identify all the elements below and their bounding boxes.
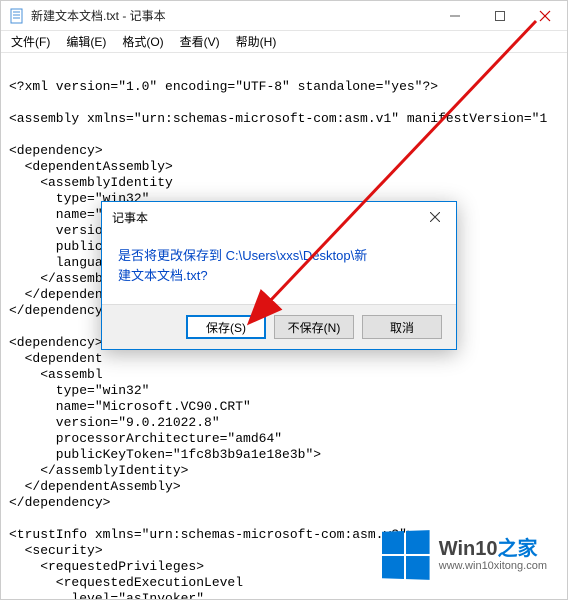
- save-dialog: 记事本 是否将更改保存到 C:\Users\xxs\Desktop\新 建文本文…: [101, 201, 457, 350]
- minimize-button[interactable]: [432, 1, 477, 30]
- window-title: 新建文本文档.txt - 记事本: [31, 7, 432, 24]
- watermark: Win10之家 www.win10xitong.com: [381, 531, 547, 579]
- dialog-button-row: 保存(S) 不保存(N) 取消: [102, 304, 456, 349]
- dont-save-button[interactable]: 不保存(N): [274, 315, 354, 339]
- maximize-button[interactable]: [477, 1, 522, 30]
- menu-help[interactable]: 帮助(H): [228, 31, 285, 52]
- watermark-url: www.win10xitong.com: [439, 560, 547, 572]
- dialog-message: 是否将更改保存到 C:\Users\xxs\Desktop\新 建文本文档.tx…: [102, 232, 456, 304]
- maximize-icon: [495, 11, 505, 21]
- watermark-text: Win10之家 www.win10xitong.com: [439, 538, 547, 572]
- window-controls: [432, 1, 567, 30]
- notepad-icon: [9, 8, 25, 24]
- dialog-title: 记事本: [112, 209, 414, 226]
- menu-file[interactable]: 文件(F): [3, 31, 58, 52]
- windows-logo-icon: [382, 530, 430, 580]
- watermark-brand-suffix: 之家: [498, 538, 538, 560]
- close-icon: [430, 212, 440, 222]
- save-button[interactable]: 保存(S): [186, 315, 266, 339]
- dialog-titlebar: 记事本: [102, 202, 456, 232]
- menu-format[interactable]: 格式(O): [114, 31, 171, 52]
- menubar: 文件(F) 编辑(E) 格式(O) 查看(V) 帮助(H): [1, 31, 567, 53]
- titlebar: 新建文本文档.txt - 记事本: [1, 1, 567, 31]
- watermark-brand-pre: Win10: [439, 538, 498, 560]
- dialog-message-line2: 建文本文档.txt?: [118, 266, 440, 286]
- dialog-close-button[interactable]: [414, 202, 456, 232]
- close-button[interactable]: [522, 1, 567, 30]
- minimize-icon: [450, 11, 460, 21]
- menu-view[interactable]: 查看(V): [172, 31, 228, 52]
- cancel-button[interactable]: 取消: [362, 315, 442, 339]
- close-icon: [539, 10, 551, 22]
- dialog-message-line1: 是否将更改保存到 C:\Users\xxs\Desktop\新: [118, 246, 440, 266]
- menu-edit[interactable]: 编辑(E): [58, 31, 114, 52]
